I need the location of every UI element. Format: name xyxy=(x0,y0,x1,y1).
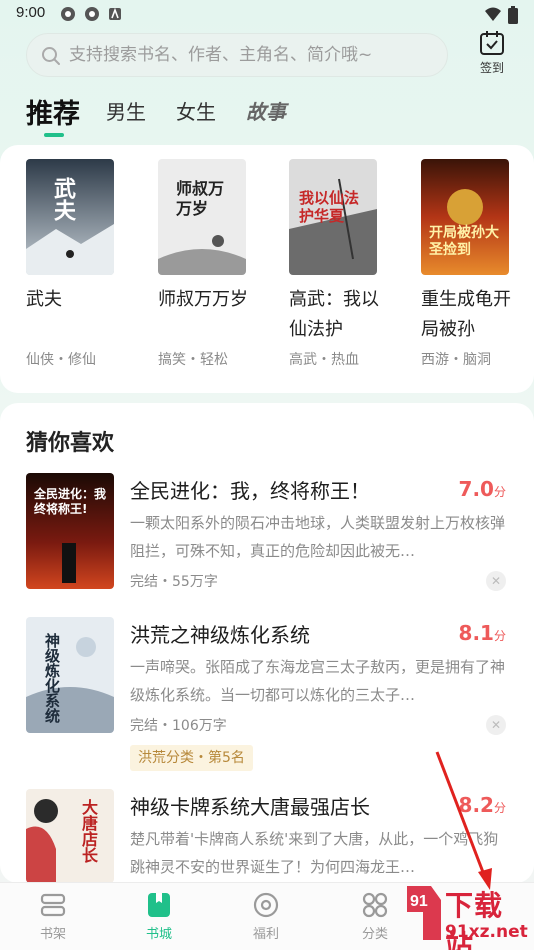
tab-female[interactable]: 女生 xyxy=(176,96,216,125)
battery-icon xyxy=(508,6,524,24)
book-title: 神级卡牌系统大唐最强店长 xyxy=(130,795,370,819)
watermark-url: 91xz.net xyxy=(445,922,528,942)
book-title: 武夫 xyxy=(26,289,62,310)
book-card[interactable]: 我以仙法护华夏 高武：我以仙法护 xyxy=(289,159,399,345)
app-notification-icon xyxy=(108,6,124,22)
book-meta: 完结・55万字 xyxy=(130,574,218,590)
cover-title: 开局被孙大圣捡到 xyxy=(429,225,499,258)
svg-text:91: 91 xyxy=(410,893,428,910)
book-cover[interactable]: 大唐店长 xyxy=(26,789,114,883)
book-description: 楚凡带着'卡牌商人系统'来到了大唐，从此，一个鸡飞狗跳神灵不安的世界诞生了！为何… xyxy=(130,830,499,876)
score-unit: 分 xyxy=(493,629,506,643)
book-meta: 完结・106万字 xyxy=(130,718,227,734)
book-cover[interactable]: 开局被孙大圣捡到 xyxy=(421,159,509,275)
status-bar: 9:00 xyxy=(0,0,534,28)
nav-item-category[interactable]: 分类 xyxy=(345,891,405,942)
search-input[interactable] xyxy=(69,34,439,76)
book-title: 高武：我以仙法护 xyxy=(289,289,379,340)
watermark-logo: 91 下载站 91xz.net xyxy=(405,878,531,950)
book-cover[interactable]: 武夫 xyxy=(26,159,114,275)
book-tags: 西游・脑洞 xyxy=(421,352,491,368)
book-cover[interactable]: 师叔万万岁 xyxy=(158,159,246,275)
category-icon xyxy=(362,892,388,918)
tab-male[interactable]: 男生 xyxy=(106,96,146,125)
book-cover[interactable]: 神级炼化系统 xyxy=(26,617,114,733)
nav-label: 分类 xyxy=(361,927,388,942)
cover-title: 师叔万万岁 xyxy=(176,179,225,218)
dismiss-button[interactable]: ✕ xyxy=(486,715,506,735)
book-title: 洪荒之神级炼化系统 xyxy=(130,623,310,647)
nav-label: 福利 xyxy=(252,927,279,942)
book-cover[interactable]: 全民进化：我终将称王! xyxy=(26,473,114,589)
book-card[interactable]: 开局被孙大圣捡到 重生成龟开局被孙 xyxy=(421,159,531,345)
status-time: 9:00 xyxy=(16,4,46,21)
nav-item-welfare[interactable]: 福利 xyxy=(236,891,296,942)
book-score: 8.2分 xyxy=(459,793,506,817)
bookstore-icon xyxy=(148,893,170,917)
cover-title: 全民进化：我终将称王! xyxy=(34,487,107,516)
notification-icon xyxy=(84,6,100,22)
book-card[interactable]: 师叔万万岁 师叔万万岁 xyxy=(158,159,268,315)
watermark-logo-icon: 91 xyxy=(407,886,441,940)
calendar-check-icon xyxy=(480,31,504,55)
tab-indicator xyxy=(44,133,64,137)
cover-title: 大唐店长 xyxy=(79,799,98,863)
guess-you-like-section: 猜你喜欢 全民进化：我终将称王! 全民进化：我，终将称王！ 7.0分 一颗太阳系… xyxy=(0,403,534,883)
bookshelf-icon xyxy=(40,893,66,917)
nav-item-bookstore[interactable]: 书城 xyxy=(129,891,189,942)
score-value: 8.1 xyxy=(458,621,494,645)
cover-title: 武夫 xyxy=(50,177,75,221)
dismiss-button[interactable]: ✕ xyxy=(486,571,506,591)
welfare-icon xyxy=(253,892,279,918)
tab-story[interactable]: 故事 xyxy=(246,96,286,125)
nav-item-bookshelf[interactable]: 书架 xyxy=(23,891,83,942)
book-title: 全民进化：我，终将称王！ xyxy=(130,479,370,503)
book-score: 8.1分 xyxy=(459,621,506,645)
book-tags: 仙侠・修仙 xyxy=(26,352,96,368)
wifi-icon xyxy=(484,6,501,22)
score-unit: 分 xyxy=(493,485,506,499)
cover-title: 我以仙法护华夏 xyxy=(299,189,360,225)
book-card[interactable]: 武夫 武夫 xyxy=(26,159,136,315)
book-title: 师叔万万岁 xyxy=(158,289,248,310)
nav-label: 书城 xyxy=(145,927,172,942)
book-tags: 搞笑・轻松 xyxy=(158,352,228,368)
cover-title: 神级炼化系统 xyxy=(43,633,61,723)
rank-badge: 洪荒分类・第5名 xyxy=(130,745,253,771)
book-description: 一颗太阳系外的陨石冲击地球，人类联盟发射上万枚核弹阻拦，可殊不知，真正的危险却因… xyxy=(130,514,506,560)
section-title: 猜你喜欢 xyxy=(26,431,115,456)
book-score: 7.0分 xyxy=(459,477,506,501)
book-cover[interactable]: 我以仙法护华夏 xyxy=(289,159,377,275)
notification-icon xyxy=(60,6,76,22)
score-value: 7.0 xyxy=(458,477,494,501)
search-bar[interactable] xyxy=(26,33,448,77)
book-title: 重生成龟开局被孙 xyxy=(421,289,511,340)
score-unit: 分 xyxy=(493,801,506,815)
recommend-section: 武夫 武夫 仙侠・修仙 师叔万万岁 师叔万万岁 搞笑・轻松 我以仙法护华夏 高武… xyxy=(0,145,534,393)
score-value: 8.2 xyxy=(458,793,494,817)
signin-button[interactable]: 签到 xyxy=(472,30,512,80)
nav-label: 书架 xyxy=(39,927,66,942)
tab-recommend[interactable]: 推荐 xyxy=(26,92,80,131)
signin-label: 签到 xyxy=(479,61,504,75)
book-description: 一声啼哭。张陌成了东海龙宫三太子敖丙，更是拥有了神级炼化系统。当一切都可以炼化的… xyxy=(130,658,506,704)
book-tags: 高武・热血 xyxy=(289,352,359,368)
search-icon xyxy=(42,47,60,65)
